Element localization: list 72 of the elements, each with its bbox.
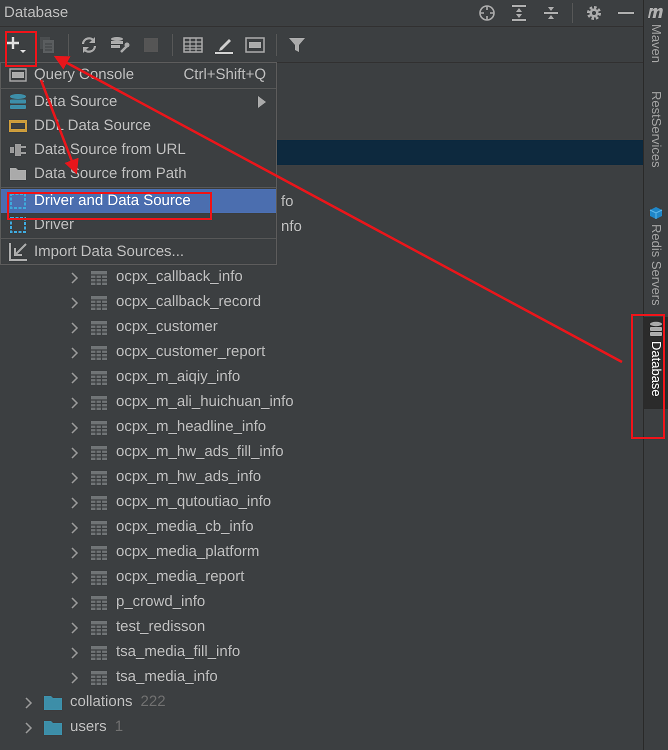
chevron-icon[interactable] bbox=[70, 472, 80, 484]
table-name[interactable]: ocpx_m_qutoutiao_info bbox=[116, 491, 272, 514]
locate-icon[interactable] bbox=[476, 2, 498, 24]
table-name[interactable]: ocpx_media_cb_info bbox=[116, 516, 254, 539]
table-name[interactable]: tsa_media_info bbox=[116, 666, 218, 689]
chevron-icon[interactable] bbox=[70, 596, 80, 608]
chevron-icon[interactable] bbox=[24, 722, 34, 734]
cube-icon bbox=[649, 206, 663, 220]
table-icon bbox=[90, 594, 108, 610]
chevron-icon[interactable] bbox=[70, 646, 80, 658]
chevron-icon[interactable] bbox=[70, 496, 80, 508]
highlight-frame bbox=[5, 31, 37, 67]
table-name[interactable]: ocpx_m_hw_ads_info bbox=[116, 466, 262, 489]
side-tab[interactable]: Maven bbox=[644, 0, 668, 68]
chevron-icon[interactable] bbox=[70, 346, 80, 358]
menu-item[interactable]: Import Data Sources... bbox=[1, 240, 276, 264]
table-icon bbox=[90, 670, 108, 686]
chevron-icon[interactable] bbox=[70, 622, 80, 634]
table-name[interactable]: test_redisson bbox=[116, 616, 206, 639]
table-icon bbox=[90, 520, 108, 536]
table-name[interactable]: ocpx_customer bbox=[116, 316, 218, 339]
table-name[interactable]: ocpx_m_headline_info bbox=[116, 416, 266, 439]
tree-item-label[interactable]: nfo bbox=[281, 216, 302, 239]
table-name[interactable]: ocpx_callback_info bbox=[116, 266, 243, 289]
database-icon bbox=[649, 321, 663, 338]
chevron-icon[interactable] bbox=[70, 372, 80, 384]
chevron-icon[interactable] bbox=[70, 322, 80, 334]
menu-item[interactable]: Data Source from URL bbox=[1, 138, 276, 162]
table-icon bbox=[90, 320, 108, 336]
chevron-icon[interactable] bbox=[70, 546, 80, 558]
side-tab[interactable]: Database bbox=[644, 317, 668, 409]
shortcut-text: Ctrl+Shift+Q bbox=[183, 64, 266, 85]
chevron-icon[interactable] bbox=[70, 296, 80, 308]
table-name[interactable]: p_crowd_info bbox=[116, 591, 206, 614]
chevron-icon[interactable] bbox=[70, 422, 80, 434]
table-name[interactable]: ocpx_m_hw_ads_fill_info bbox=[116, 441, 284, 464]
chevron-icon[interactable] bbox=[70, 272, 80, 284]
side-tab[interactable]: RestServices bbox=[644, 87, 668, 172]
menu-item[interactable]: Driver and Data Source bbox=[1, 189, 276, 213]
panel-title: Database bbox=[4, 2, 68, 23]
table-name[interactable]: tsa_media_fill_info bbox=[116, 641, 240, 664]
table-name[interactable]: ocpx_callback_record bbox=[116, 291, 262, 314]
folder-icon bbox=[44, 720, 62, 735]
folder-name[interactable]: collations bbox=[70, 691, 133, 714]
table-icon bbox=[90, 394, 108, 410]
table-icon bbox=[90, 420, 108, 436]
side-tab[interactable]: Redis Servers bbox=[644, 202, 668, 310]
chevron-icon[interactable] bbox=[24, 696, 34, 708]
table-icon bbox=[90, 294, 108, 310]
table-name[interactable]: ocpx_m_aiqiy_info bbox=[116, 366, 240, 389]
chevron-icon[interactable] bbox=[70, 396, 80, 408]
table-name[interactable]: ocpx_media_report bbox=[116, 566, 244, 589]
table-icon bbox=[90, 494, 108, 510]
table-icon bbox=[90, 620, 108, 636]
table-icon bbox=[90, 344, 108, 360]
folder-name[interactable]: users bbox=[70, 716, 107, 739]
chevron-icon[interactable] bbox=[70, 522, 80, 534]
table-icon bbox=[90, 270, 108, 286]
chevron-icon[interactable] bbox=[70, 446, 80, 458]
table-icon bbox=[90, 570, 108, 586]
table-icon bbox=[90, 544, 108, 560]
table-name[interactable]: ocpx_customer_report bbox=[116, 341, 266, 364]
table-name[interactable]: ocpx_m_ali_huichuan_info bbox=[116, 391, 294, 414]
table-name[interactable]: ocpx_media_platform bbox=[116, 541, 260, 564]
table-icon bbox=[90, 370, 108, 386]
chevron-icon[interactable] bbox=[70, 572, 80, 584]
folder-icon bbox=[44, 695, 62, 710]
chevron-icon[interactable] bbox=[70, 672, 80, 684]
table-icon bbox=[90, 470, 108, 486]
tree-item-label[interactable]: fo bbox=[281, 191, 294, 214]
table-icon bbox=[90, 444, 108, 460]
table-icon bbox=[90, 644, 108, 660]
